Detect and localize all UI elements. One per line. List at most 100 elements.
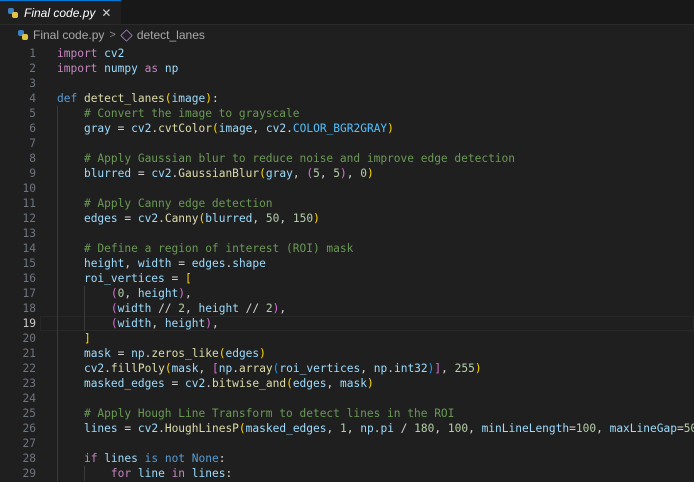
code-token: mask — [83, 347, 111, 360]
code-token: = — [117, 422, 138, 435]
code-token: bitwise_and — [211, 377, 287, 390]
code-token: width — [117, 302, 152, 315]
code-line[interactable]: 25 # Apply Hough Line Transform to detec… — [0, 406, 694, 421]
line-number: 21 — [22, 347, 36, 360]
code-line[interactable]: 16 roi_vertices = [ — [0, 271, 694, 286]
code-token: , — [326, 377, 340, 390]
line-number: 19 — [22, 317, 36, 330]
code-token: , — [319, 167, 334, 180]
code-token: [ — [212, 362, 219, 375]
code-token: 255 — [454, 362, 475, 375]
code-line[interactable]: 29 for line in lines: — [0, 466, 694, 481]
code-text: # Apply Canny edge detection — [57, 196, 273, 211]
line-number: 2 — [29, 62, 36, 75]
code-line[interactable]: 13 — [0, 226, 694, 241]
code-line[interactable]: 18 (width // 2, height // 2), — [0, 301, 694, 316]
code-token: as — [144, 62, 159, 75]
code-line[interactable]: 9 blurred = cv2.GaussianBlur(gray, (5, 5… — [0, 166, 694, 181]
code-line[interactable]: 12 edges = cv2.Canny(blurred, 50, 150) — [0, 211, 694, 226]
code-line[interactable]: 27 — [0, 436, 694, 451]
code-token: , — [441, 362, 455, 375]
code-token: / — [393, 422, 415, 435]
code-token: # Apply Gaussian blur to reduce noise an… — [83, 152, 516, 165]
code-token: , — [198, 362, 212, 375]
line-number: 25 — [22, 407, 36, 420]
code-token: gray — [265, 167, 293, 180]
code-token: . — [104, 362, 111, 375]
code-token: gray — [83, 122, 111, 135]
code-line[interactable]: 15 height, width = edges.shape — [0, 256, 694, 271]
code-line[interactable]: 17 (0, height), — [0, 286, 694, 301]
breadcrumb-symbol[interactable]: detect_lanes — [137, 28, 205, 42]
close-icon[interactable]: ✕ — [101, 6, 111, 20]
code-token: ( — [110, 302, 118, 315]
code-token: edges — [191, 257, 226, 270]
code-token: ( — [238, 422, 246, 435]
code-token: , — [360, 362, 374, 375]
tab-final-code[interactable]: Final code.py ✕ — [0, 0, 122, 24]
code-token: ) — [366, 377, 374, 390]
code-line[interactable]: 2 import numpy as np — [0, 61, 694, 76]
line-number: 17 — [22, 287, 36, 300]
code-token: import — [57, 62, 98, 75]
code-line[interactable]: 28 if lines is not None: — [0, 451, 694, 466]
code-token: 150 — [292, 212, 314, 225]
code-line[interactable]: 3 — [0, 76, 694, 91]
code-text: def detect_lanes(image): — [57, 91, 219, 106]
tab-bar: Final code.py ✕ — [0, 0, 694, 25]
python-file-icon — [8, 7, 18, 18]
code-line[interactable]: 26 lines = cv2.HoughLinesP(masked_edges,… — [0, 421, 694, 436]
line-number: 7 — [29, 137, 36, 150]
code-token: 50 — [683, 422, 694, 435]
code-line[interactable]: 24 — [0, 391, 694, 406]
code-token: np — [131, 347, 145, 360]
line-number: 20 — [22, 332, 36, 345]
code-token: ( — [211, 122, 219, 135]
code-token: ) — [474, 362, 482, 375]
code-token: , — [279, 302, 287, 315]
code-line[interactable]: 23 masked_edges = cv2.bitwise_and(edges,… — [0, 376, 694, 391]
code-token: mask — [339, 377, 367, 390]
code-line[interactable]: 7 — [0, 136, 694, 151]
code-token: mask — [171, 362, 199, 375]
code-line[interactable]: 4 def detect_lanes(image): — [0, 91, 694, 106]
code-line[interactable]: 6 gray = cv2.cvtColor(image, cv2.COLOR_B… — [0, 121, 694, 136]
breadcrumb-file[interactable]: Final code.py — [33, 28, 104, 42]
code-line[interactable]: 5 # Convert the image to grayscale — [0, 106, 694, 121]
code-token: line — [137, 467, 165, 480]
code-token: = — [110, 347, 132, 360]
code-token: lines — [83, 422, 118, 435]
line-number: 16 — [22, 272, 36, 285]
code-token: masked_edges — [83, 377, 165, 390]
code-token: edges — [225, 347, 260, 360]
code-token: = — [171, 257, 192, 270]
code-line[interactable]: 21 mask = np.zeros_like(edges) — [0, 346, 694, 361]
code-token: ) — [205, 92, 212, 105]
code-token: array — [238, 362, 273, 375]
code-token: # Apply Hough Line Transform to detect l… — [83, 407, 455, 420]
code-line[interactable]: 11 # Apply Canny edge detection — [0, 196, 694, 211]
method-cube-icon — [120, 28, 133, 42]
code-text: masked_edges = cv2.bitwise_and(edges, ma… — [57, 376, 374, 391]
code-line[interactable]: 8 # Apply Gaussian blur to reduce noise … — [0, 151, 694, 166]
code-token: , — [185, 302, 199, 315]
line-number: 9 — [29, 167, 36, 180]
code-editor[interactable]: 1 import cv2 2 import numpy as np 3 4 def dete… — [0, 45, 694, 481]
code-line[interactable]: 20 ] — [0, 331, 694, 346]
code-line[interactable]: 14 # Define a region of interest (ROI) m… — [0, 241, 694, 256]
code-line[interactable]: 22 cv2.fillPoly(mask, [np.array(roi_vert… — [0, 361, 694, 376]
code-token: width — [117, 317, 152, 330]
code-line[interactable]: 1 import cv2 — [0, 46, 694, 61]
code-line[interactable]: 19 (width, height), — [0, 316, 694, 331]
code-line[interactable]: 10 — [0, 181, 694, 196]
